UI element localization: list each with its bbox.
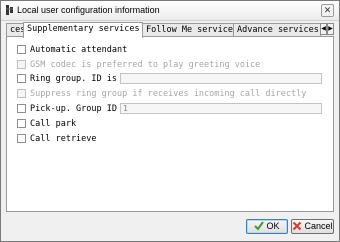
call-retrieve-checkbox[interactable] — [17, 134, 26, 143]
tab-bar: ces Supplementary services Follow Me ser… — [6, 22, 334, 38]
gsm-codec-label: GSM codec is preferred to play greeting … — [30, 60, 261, 70]
tab-scroll-right-button[interactable]: ▶ — [327, 23, 334, 35]
ring-group-id-field[interactable] — [120, 73, 322, 84]
tab-services-partial[interactable]: ces — [6, 23, 24, 37]
pick-up-label: Pick-up. Group ID is — [30, 104, 133, 114]
pick-up-group-id-field[interactable]: 1 — [120, 103, 322, 114]
automatic-attendant-checkbox[interactable] — [17, 45, 26, 54]
tab-advance-services[interactable]: Advance services — [233, 23, 321, 37]
tab-scroll-left-button[interactable]: ◀ — [320, 23, 327, 35]
close-button[interactable]: ✕ — [321, 4, 334, 17]
gsm-codec-checkbox — [17, 60, 26, 69]
title-bar: Local user configuration information ✕ — [1, 1, 339, 21]
automatic-attendant-label: Automatic attendant — [30, 45, 128, 55]
suppress-ring-group-checkbox — [17, 89, 26, 98]
ring-group-checkbox[interactable] — [17, 74, 26, 83]
supplementary-services-panel: Automatic attendant GSM codec is preferr… — [6, 36, 334, 212]
call-retrieve-label: Call retrieve — [30, 134, 97, 144]
call-park-label: Call park — [30, 119, 77, 129]
window-title: Local user configuration information — [17, 5, 160, 15]
pick-up-checkbox[interactable] — [17, 104, 26, 113]
tab-supplementary-services[interactable]: Supplementary services — [23, 22, 143, 38]
tab-follow-me-service[interactable]: Follow Me service — [142, 23, 234, 37]
cancel-x-icon — [292, 221, 302, 231]
cancel-label: Cancel — [304, 221, 333, 231]
ring-group-label: Ring group. ID is — [30, 74, 117, 84]
app-icon — [5, 4, 14, 16]
ok-button[interactable]: OK — [246, 219, 288, 234]
cancel-button[interactable]: Cancel — [291, 219, 334, 234]
checkmark-icon — [254, 221, 265, 231]
config-dialog: Local user configuration information ✕ c… — [0, 0, 340, 242]
ok-label: OK — [266, 221, 280, 231]
call-park-checkbox[interactable] — [17, 119, 26, 128]
suppress-ring-group-label: Suppress ring group if receives incoming… — [30, 89, 307, 99]
